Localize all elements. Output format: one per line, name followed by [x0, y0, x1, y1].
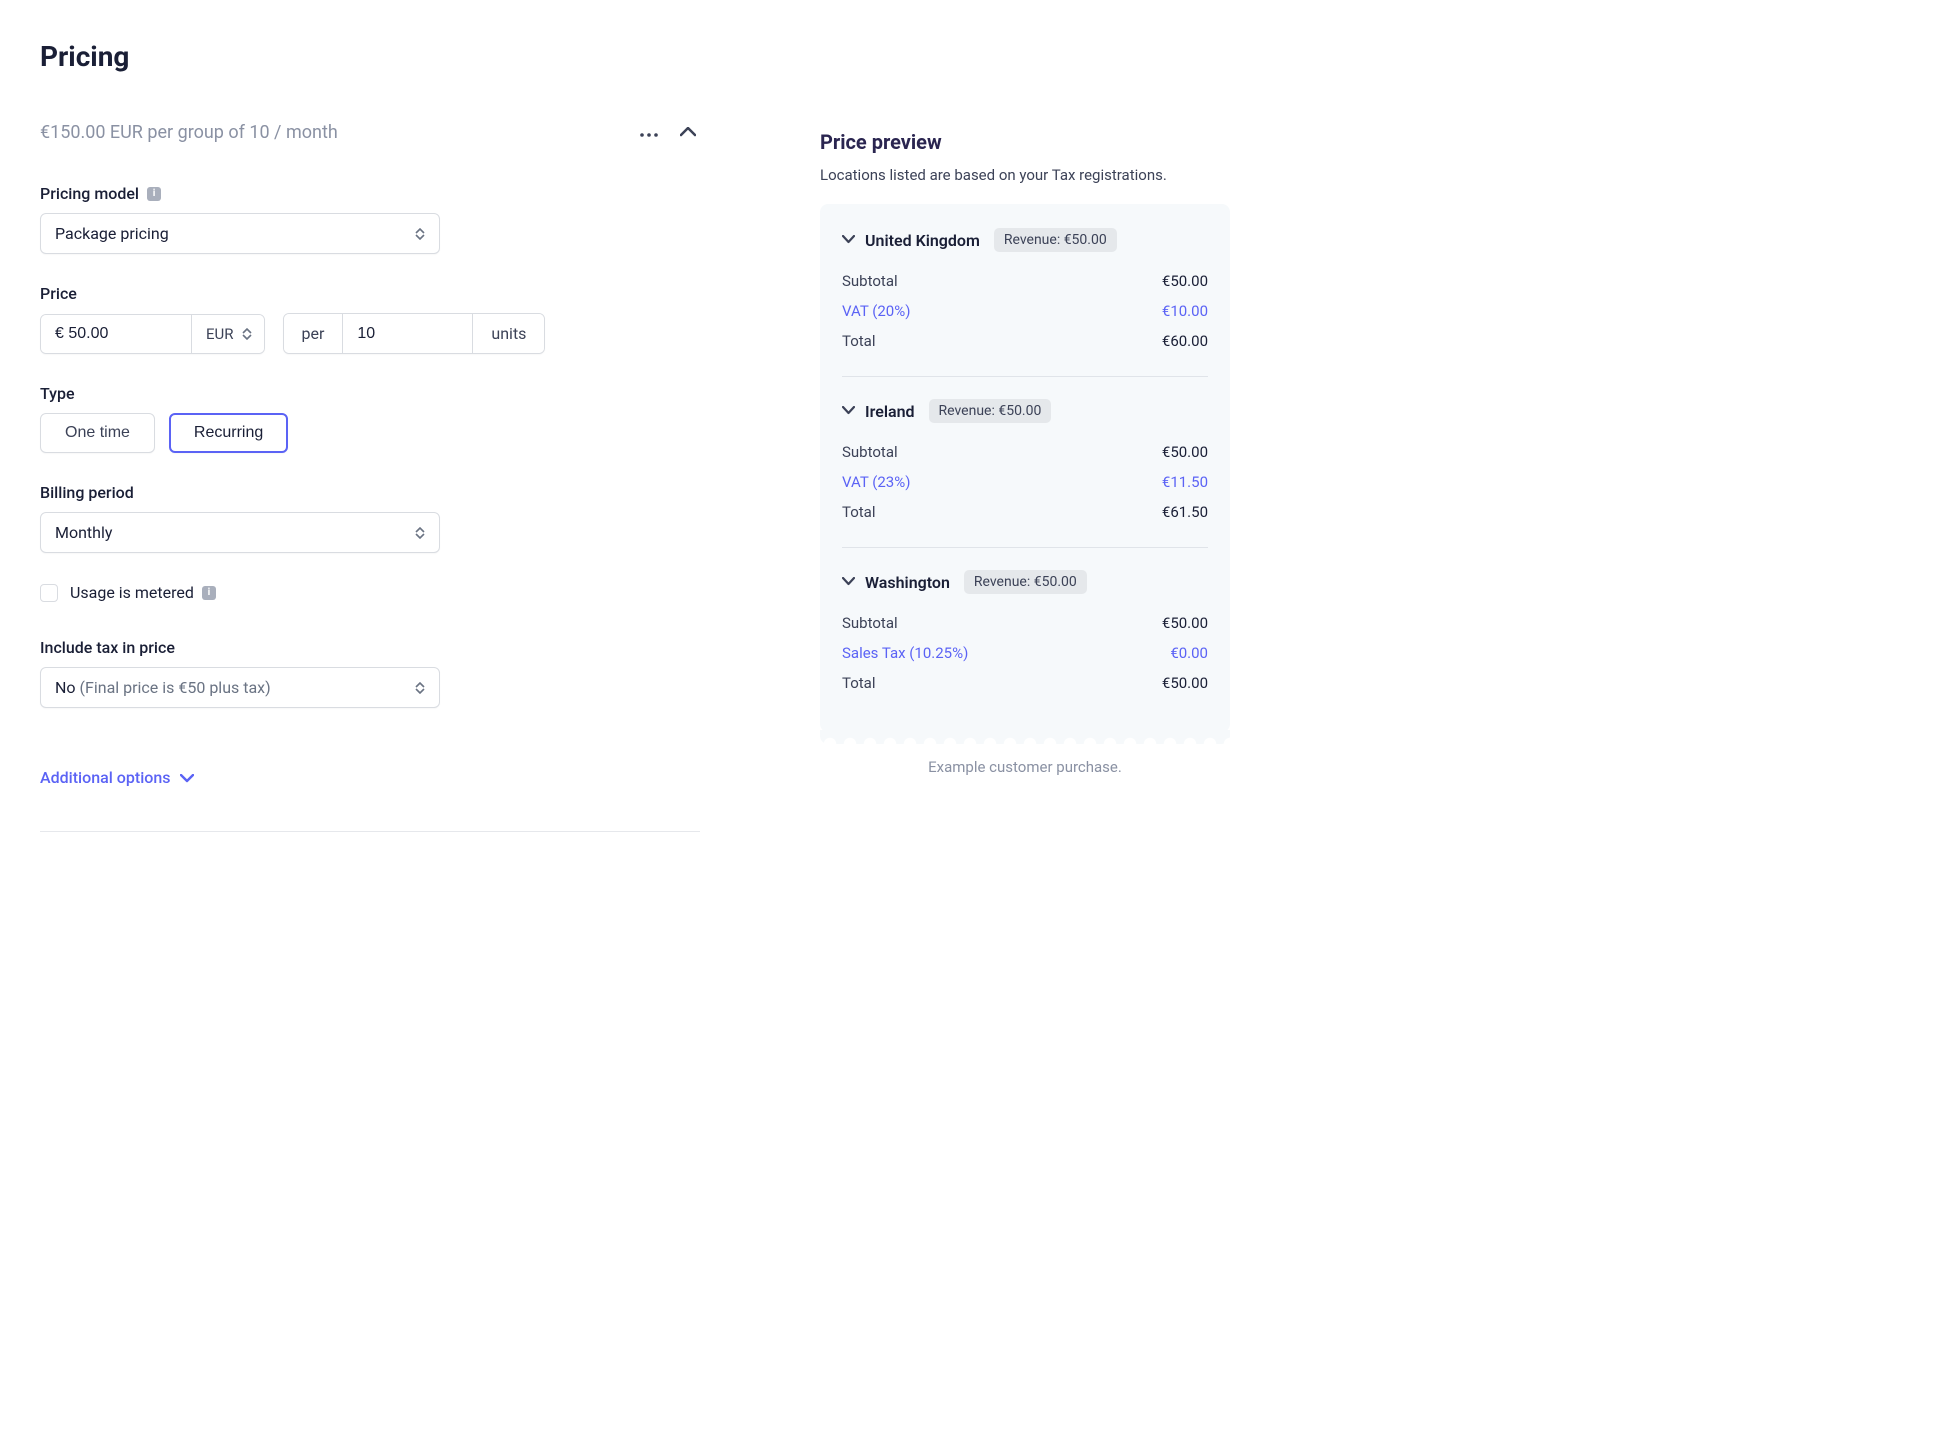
breakdown-label: Total [842, 674, 876, 692]
breakdown-value: €50.00 [1162, 674, 1208, 692]
pricing-model-select[interactable]: Package pricing [40, 213, 440, 254]
billing-period-select[interactable]: Monthly [40, 512, 440, 553]
billing-period-label: Billing period [40, 483, 700, 502]
tax-row: VAT (23%) €11.50 [842, 467, 1208, 497]
price-input[interactable] [41, 315, 191, 353]
breakdown-label: Subtotal [842, 443, 898, 461]
currency-value: EUR [206, 325, 234, 343]
breakdown-value: €0.00 [1170, 644, 1208, 662]
breakdown-label: Sales Tax (10.25%) [842, 644, 968, 662]
breakdown-label: Total [842, 503, 876, 521]
revenue-badge: Revenue: €50.00 [994, 228, 1117, 252]
tax-row: VAT (20%) €10.00 [842, 296, 1208, 326]
pricing-model-label: Pricing model i [40, 184, 700, 203]
include-tax-label: Include tax in price [40, 638, 700, 657]
updown-caret-icon [415, 228, 425, 240]
chevron-up-icon [680, 125, 696, 140]
location-name: United Kingdom [865, 231, 980, 250]
price-preview-title: Price preview [820, 130, 1230, 154]
info-icon[interactable]: i [147, 187, 161, 201]
price-preview-subtitle: Locations listed are based on your Tax r… [820, 166, 1230, 184]
location-name: Ireland [865, 402, 915, 421]
revenue-badge: Revenue: €50.00 [964, 570, 1087, 594]
location-breakdown: Subtotal €50.00 VAT (23%) €11.50 Total €61.50 [842, 437, 1208, 537]
per-label: per [284, 314, 344, 353]
pricing-model-value: Package pricing [55, 224, 169, 243]
usage-metered-label: Usage is metered i [70, 583, 216, 602]
breakdown-label: VAT (20%) [842, 302, 910, 320]
location-divider [842, 547, 1208, 548]
pricing-summary-text: €150.00 EUR per group of 10 / month [40, 122, 338, 143]
revenue-badge: Revenue: €50.00 [929, 399, 1052, 423]
location-block: United Kingdom Revenue: €50.00 Subtotal €5… [842, 222, 1208, 393]
page-title: Pricing [40, 40, 700, 73]
chevron-down-icon [842, 232, 855, 248]
chevron-down-icon [180, 768, 194, 787]
chevron-down-icon [842, 574, 855, 590]
location-block: Washington Revenue: €50.00 Subtotal €50.00… [842, 564, 1208, 724]
updown-caret-icon [415, 527, 425, 539]
breakdown-row: Subtotal €50.00 [842, 437, 1208, 467]
breakdown-label: Subtotal [842, 272, 898, 290]
more-actions-button[interactable] [636, 121, 662, 144]
info-icon[interactable]: i [202, 586, 216, 600]
breakdown-value: €50.00 [1162, 614, 1208, 632]
location-header[interactable]: Ireland Revenue: €50.00 [842, 393, 1208, 437]
breakdown-row: Total €61.50 [842, 497, 1208, 527]
ellipsis-icon [640, 125, 658, 140]
type-one-time-button[interactable]: One time [40, 413, 155, 453]
location-name: Washington [865, 573, 950, 592]
breakdown-label: VAT (23%) [842, 473, 910, 491]
usage-metered-checkbox[interactable] [40, 584, 58, 602]
section-divider [40, 831, 700, 832]
price-label: Price [40, 284, 700, 303]
billing-period-value: Monthly [55, 523, 112, 542]
include-tax-value: No (Final price is €50 plus tax) [55, 678, 271, 697]
breakdown-value: €50.00 [1162, 443, 1208, 461]
example-purchase-note: Example customer purchase. [820, 758, 1230, 776]
receipt-edge-decoration [820, 730, 1230, 744]
location-header[interactable]: Washington Revenue: €50.00 [842, 564, 1208, 608]
location-block: Ireland Revenue: €50.00 Subtotal €50.00 VAT… [842, 393, 1208, 564]
pricing-summary-row: €150.00 EUR per group of 10 / month [40, 121, 700, 144]
chevron-down-icon [842, 403, 855, 419]
breakdown-value: €11.50 [1162, 473, 1208, 491]
location-divider [842, 376, 1208, 377]
breakdown-value: €50.00 [1162, 272, 1208, 290]
breakdown-value: €10.00 [1162, 302, 1208, 320]
breakdown-label: Subtotal [842, 614, 898, 632]
currency-select[interactable]: EUR [191, 315, 264, 353]
price-preview-card: United Kingdom Revenue: €50.00 Subtotal €5… [820, 204, 1230, 732]
breakdown-value: €61.50 [1162, 503, 1208, 521]
breakdown-row: Total €50.00 [842, 668, 1208, 698]
include-tax-select[interactable]: No (Final price is €50 plus tax) [40, 667, 440, 708]
type-recurring-button[interactable]: Recurring [169, 413, 288, 453]
per-quantity-input[interactable] [343, 314, 473, 353]
type-label: Type [40, 384, 700, 403]
location-breakdown: Subtotal €50.00 Sales Tax (10.25%) €0.00 Tot… [842, 608, 1208, 708]
location-breakdown: Subtotal €50.00 VAT (20%) €10.00 Total €60.00 [842, 266, 1208, 366]
location-header[interactable]: United Kingdom Revenue: €50.00 [842, 222, 1208, 266]
tax-row: Sales Tax (10.25%) €0.00 [842, 638, 1208, 668]
breakdown-row: Total €60.00 [842, 326, 1208, 356]
breakdown-value: €60.00 [1162, 332, 1208, 350]
breakdown-row: Subtotal €50.00 [842, 608, 1208, 638]
additional-options-link[interactable]: Additional options [40, 768, 194, 787]
breakdown-row: Subtotal €50.00 [842, 266, 1208, 296]
per-unit-label: units [473, 314, 544, 353]
updown-caret-icon [415, 682, 425, 694]
updown-caret-icon [242, 328, 252, 340]
collapse-button[interactable] [676, 121, 700, 144]
breakdown-label: Total [842, 332, 876, 350]
